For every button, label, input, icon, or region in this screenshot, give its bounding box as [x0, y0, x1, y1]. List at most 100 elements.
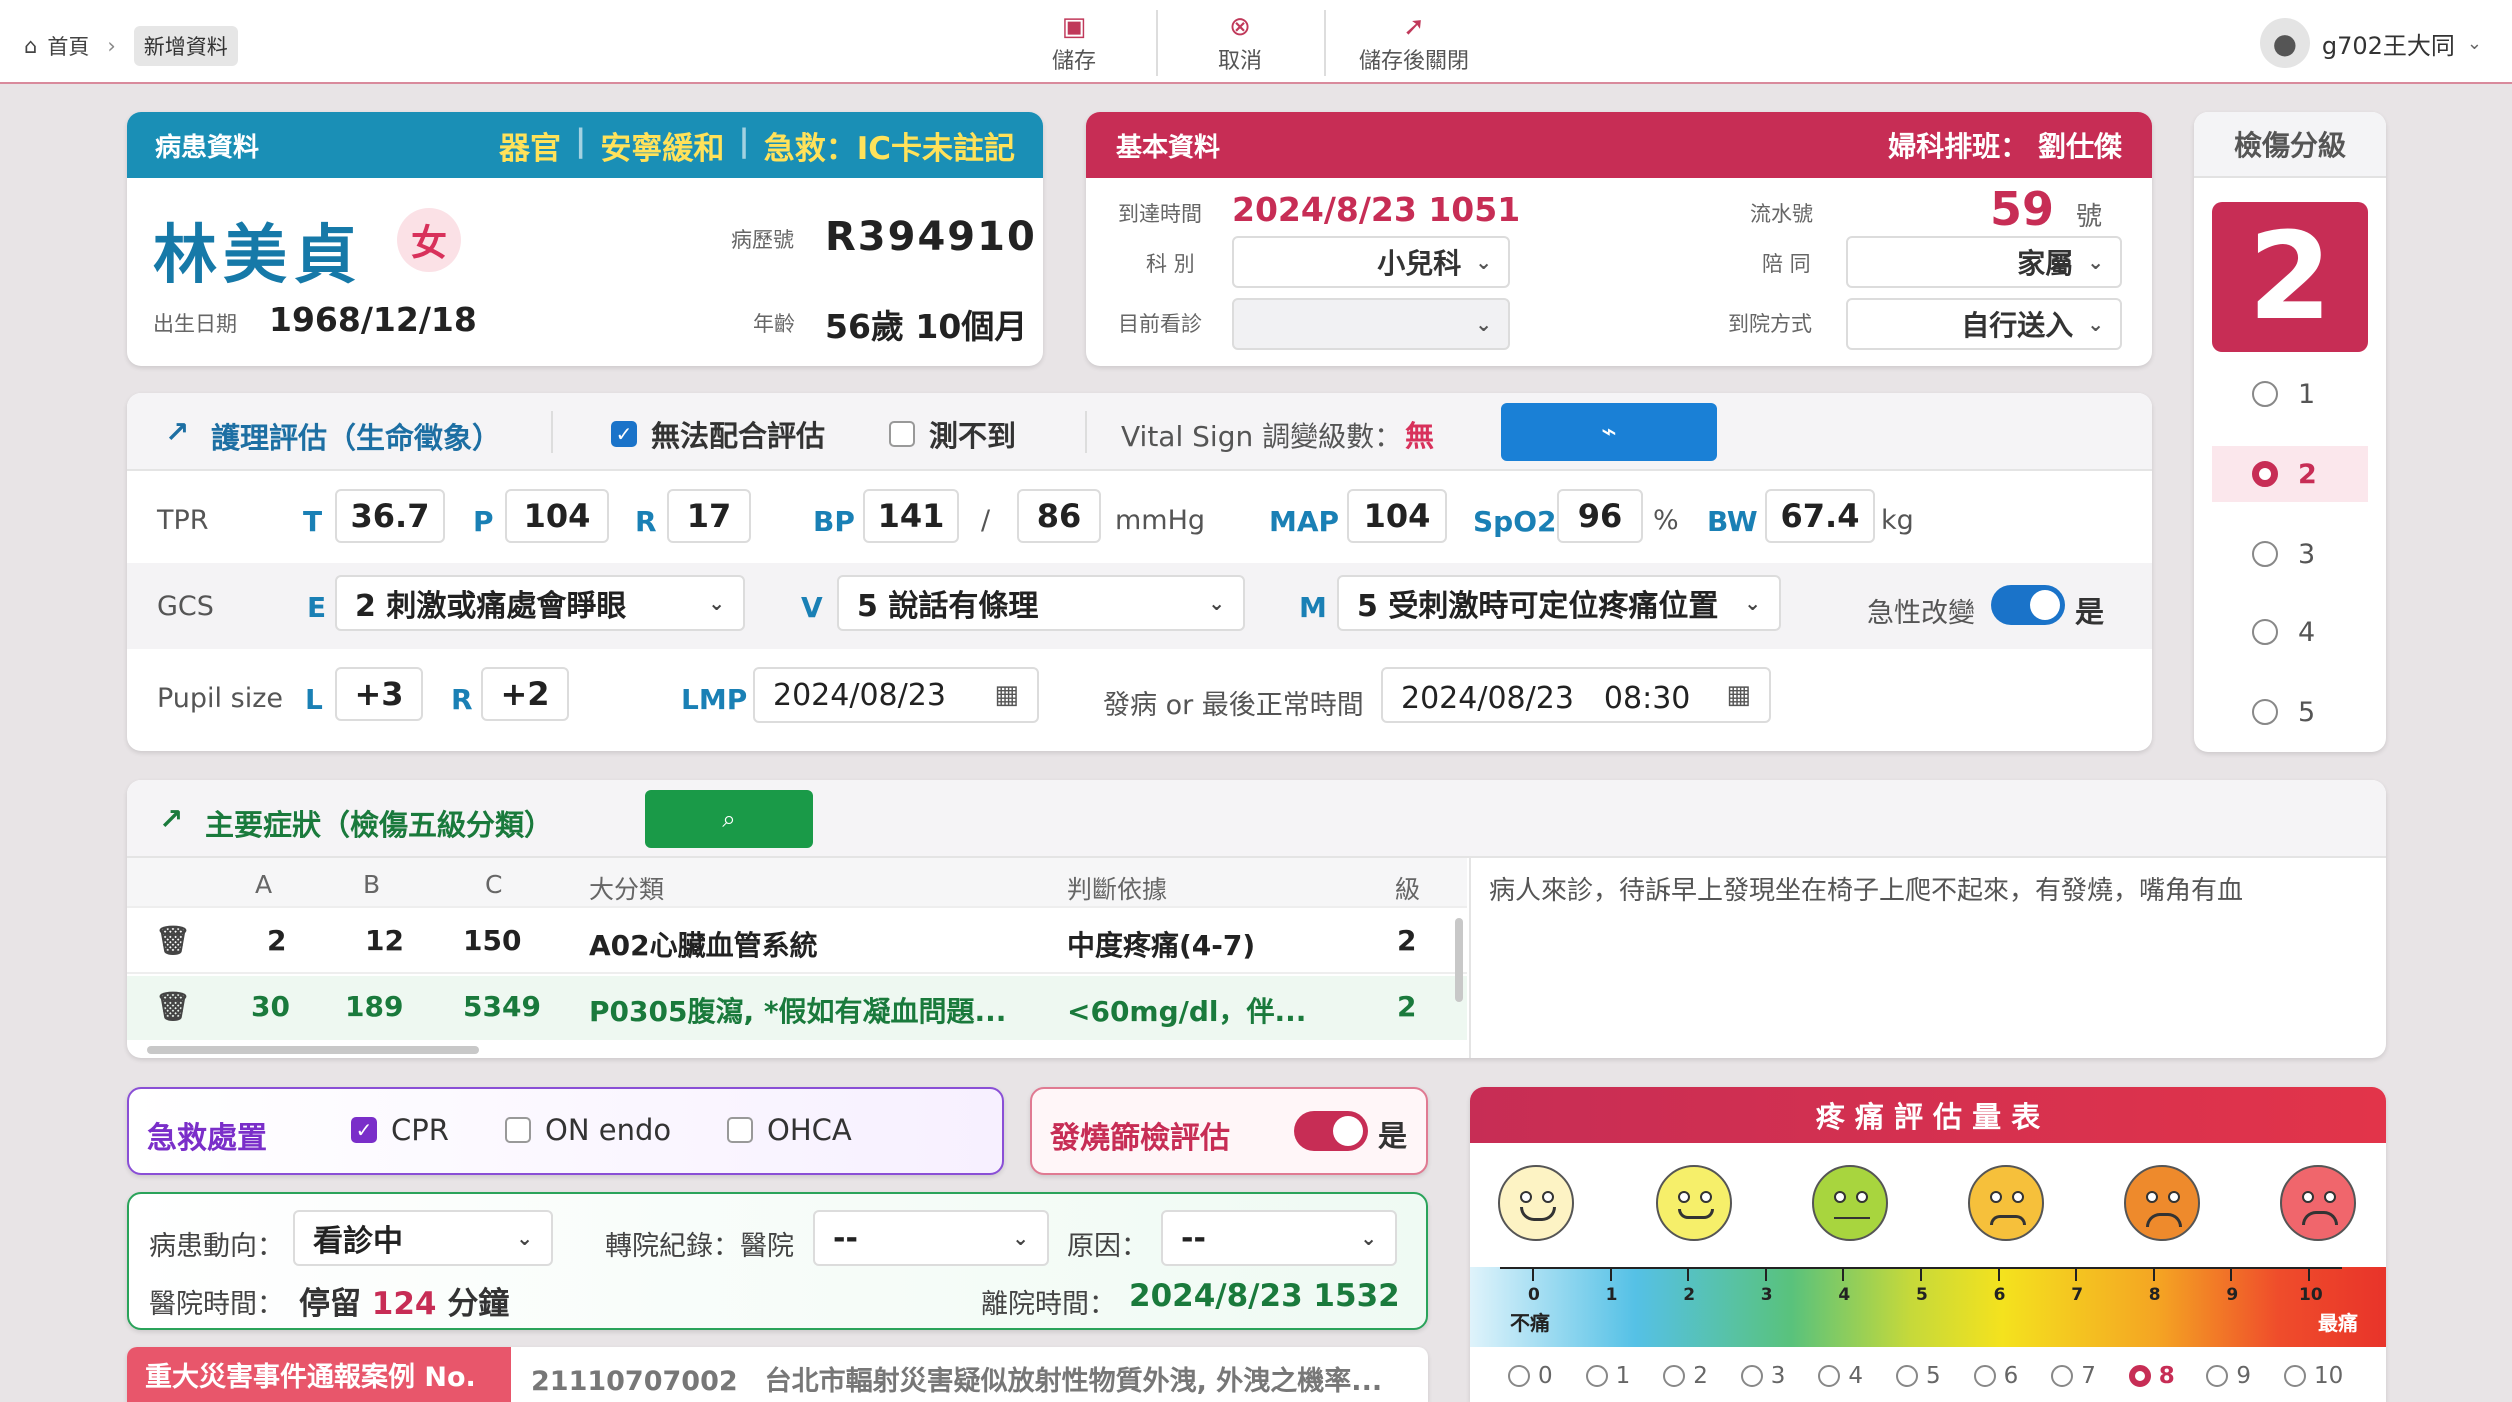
respiration-input[interactable]: 17 [667, 489, 751, 543]
pain-option-10[interactable]: 10 [2284, 1363, 2343, 1389]
triage-option-4[interactable]: 4 [2212, 604, 2368, 660]
pain-option-3[interactable]: 3 [1740, 1363, 1785, 1389]
toolbar-divider [1156, 10, 1158, 76]
map-input[interactable]: 104 [1347, 489, 1447, 543]
face-10-icon [2280, 1165, 2356, 1241]
dept-select[interactable]: 小兒科 ⌄ [1232, 236, 1510, 288]
scale-tick-label: 8 [2148, 1285, 2161, 1305]
bp-systolic-input[interactable]: 141 [863, 489, 959, 543]
gcs-eye-select[interactable]: 2 刺激或痛處會睜眼 ⌄ [335, 575, 745, 631]
age: 56歲 10個月 [825, 307, 1028, 346]
temperature-input[interactable]: 36.7 [335, 489, 445, 543]
triage-option-1[interactable]: 1 [2212, 366, 2368, 422]
divider: | [738, 122, 750, 159]
acute-change-toggle[interactable] [1991, 585, 2065, 625]
chevron-down-icon: ⌄ [1744, 591, 1761, 615]
gcs-verbal-select[interactable]: 5 說話有條理 ⌄ [837, 575, 1245, 631]
chevron-down-icon: ⌄ [708, 591, 725, 615]
reason-select[interactable]: -- ⌄ [1161, 1210, 1397, 1266]
horizontal-scrollbar[interactable] [147, 1046, 479, 1054]
lmp-date-input[interactable]: 2024/08/23 ▦ [753, 667, 1039, 723]
pain-option-0[interactable]: 0 [1508, 1363, 1553, 1389]
scale-right-label: 最痛 [2318, 1311, 2358, 1335]
triage-card: 檢傷分級 2 1 2 3 4 5 [2194, 112, 2386, 752]
nursing-header: ↗ 護理評估（生命徵象） ✓ 無法配合評估 測不到 Vital Sign 調變級數… [127, 393, 2152, 471]
pupil-left-input[interactable]: +3 [335, 667, 423, 721]
triage-option-3[interactable]: 3 [2212, 526, 2368, 582]
tpr-row: TPR T 36.7 P 104 R 17 BP 141 / 86 mmHg M… [127, 471, 2152, 557]
bp-unit: mmHg [1115, 505, 1206, 536]
triage-option-5[interactable]: 5 [2212, 684, 2368, 740]
checkbox-cpr[interactable]: ✓ CPR [351, 1113, 449, 1147]
pupil-r-label: R [451, 683, 473, 716]
scale-tick-label: 7 [2071, 1285, 2084, 1305]
arrow-icon: ↗ [165, 415, 190, 449]
cell-level: 2 [1397, 924, 1417, 957]
onset-datetime-input[interactable]: 2024/08/23 08:30 ▦ [1381, 667, 1771, 723]
current-doctor-select[interactable]: ⌄ [1232, 298, 1510, 350]
eye [1520, 1191, 1532, 1203]
disaster-value[interactable]: 21110707002 台北市輻射災害疑似放射性物質外洩, 外洩之機率... [531, 1359, 1382, 1398]
checkbox-on-endo[interactable]: ON endo [505, 1113, 671, 1147]
pain-option-7[interactable]: 7 [2051, 1363, 2096, 1389]
eye [1856, 1191, 1868, 1203]
triage-option-label: 3 [2298, 538, 2316, 570]
pain-option-1[interactable]: 1 [1585, 1363, 1630, 1389]
table-row[interactable]: 🗑 30 189 5349 P0305腹瀉, *假如有凝血問題... <60mg… [127, 976, 1467, 1040]
pain-option-4[interactable]: 4 [1818, 1363, 1863, 1389]
pain-option-8[interactable]: 8 [2128, 1363, 2175, 1389]
search-button[interactable]: ⌕ [645, 790, 813, 848]
gcs-motor-select[interactable]: 5 受刺激時可定位疼痛位置 ⌄ [1337, 575, 1781, 631]
checkbox-ohca[interactable]: OHCA [727, 1113, 852, 1147]
checkbox-checked-icon: ✓ [351, 1117, 377, 1143]
trash-icon[interactable]: 🗑 [155, 990, 191, 1023]
cell-c: 5349 [463, 990, 541, 1023]
pain-option-6[interactable]: 6 [1973, 1363, 2018, 1389]
vertical-scrollbar[interactable] [1455, 918, 1463, 1002]
cell-level: 2 [1397, 990, 1417, 1023]
pupil-right-input[interactable]: +2 [481, 667, 569, 721]
checkbox-unmeasurable[interactable]: 測不到 [889, 413, 1016, 455]
scale-tick-label: 4 [1838, 1285, 1851, 1305]
status-select[interactable]: 看診中 ⌄ [293, 1210, 553, 1266]
gcs-label: GCS [157, 591, 214, 622]
calendar-icon: ▦ [1726, 680, 1751, 710]
chevron-down-icon: ⌄ [1208, 591, 1225, 615]
checkbox-label: 無法配合評估 [651, 419, 826, 453]
pain-option-9[interactable]: 9 [2206, 1363, 2251, 1389]
pulse-button[interactable]: ⌁ [1501, 403, 1717, 461]
transfer-select[interactable]: -- ⌄ [813, 1210, 1049, 1266]
eye [2324, 1191, 2336, 1203]
radio-icon [2252, 541, 2278, 567]
pain-option-5[interactable]: 5 [1896, 1363, 1941, 1389]
checkbox-cannot-assess[interactable]: ✓ 無法配合評估 [611, 413, 825, 455]
body-weight-input[interactable]: 67.4 [1765, 489, 1875, 543]
arrival-mode-select[interactable]: 自行送入 ⌄ [1846, 298, 2122, 350]
breadcrumb-home[interactable]: 首頁 [47, 31, 89, 61]
fever-card: 發燒篩檢評估 是 [1030, 1087, 1428, 1175]
save-icon: ▣ [1061, 12, 1087, 42]
save-close-label: 儲存後關閉 [1358, 49, 1469, 74]
save-button[interactable]: ▣ 儲存 [1030, 8, 1118, 78]
divider [551, 411, 553, 453]
triage-option-2[interactable]: 2 [2212, 446, 2368, 502]
symptom-note[interactable]: 病人來診，待訴早上發現坐在椅子上爬不起來，有發燒，嘴角有血 [1489, 870, 2359, 907]
user-menu[interactable]: ● g702王大同 ⌄ [2259, 18, 2482, 68]
pain-option-2[interactable]: 2 [1663, 1363, 1708, 1389]
bp-diastolic-input[interactable]: 86 [1017, 489, 1101, 543]
cancel-button[interactable]: ⊗ 取消 [1196, 8, 1284, 78]
tag-rescue: 急救：IC卡未註記 [763, 130, 1015, 167]
triage-option-label: 2 [2298, 458, 2317, 490]
triage-option-label: 5 [2298, 696, 2316, 728]
table-row[interactable]: 🗑 2 12 150 A02心臟血管系統 中度疼痛(4-7) 2 [127, 910, 1467, 974]
pulse-input[interactable]: 104 [505, 489, 609, 543]
save-close-button[interactable]: ➚ 儲存後關閉 [1346, 8, 1482, 78]
companion-select[interactable]: 家屬 ⌄ [1846, 236, 2122, 288]
fever-toggle[interactable] [1294, 1111, 1368, 1151]
column-header: 大分類 [589, 875, 665, 904]
spo2-input[interactable]: 96 [1557, 489, 1643, 543]
column-header: 級 [1395, 875, 1421, 904]
trash-icon[interactable]: 🗑 [155, 924, 191, 957]
home-icon[interactable]: ⌂ [24, 34, 37, 58]
chevron-down-icon: ⌄ [1012, 1226, 1029, 1250]
